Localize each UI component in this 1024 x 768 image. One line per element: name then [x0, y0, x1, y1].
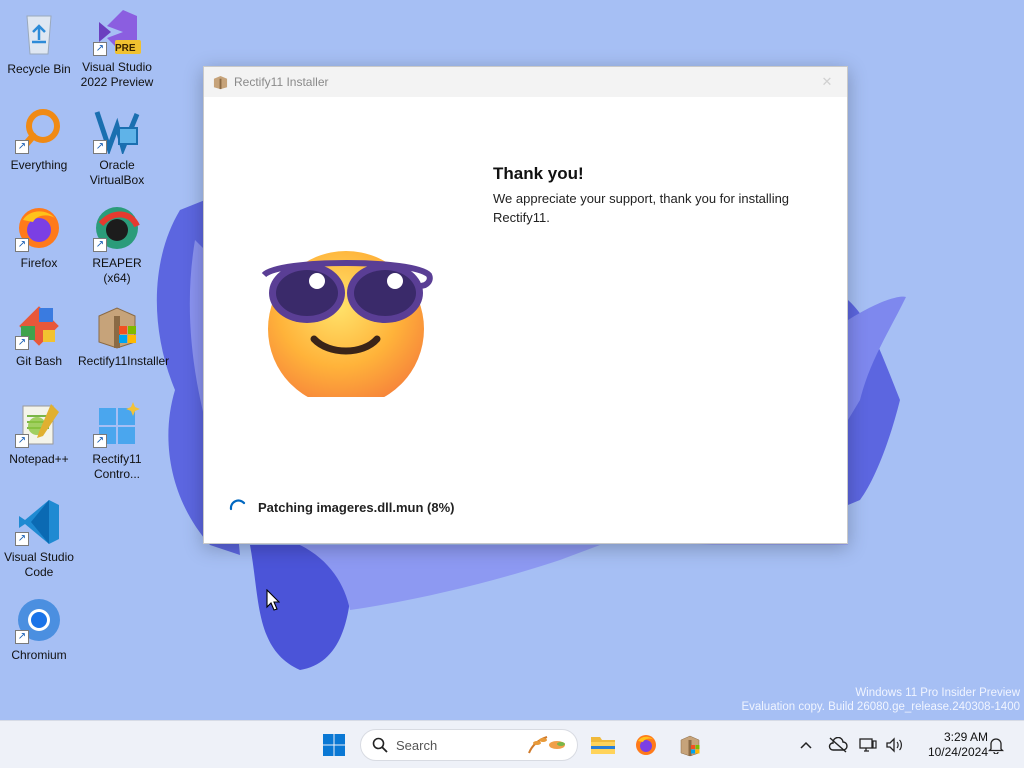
preview-badge: PRE	[115, 43, 136, 54]
sunglasses-emoji-icon	[261, 251, 433, 397]
taskbar-clock[interactable]: 3:29 AM 10/24/2024	[912, 730, 988, 760]
desktop-icon-label: Notepad++	[9, 452, 69, 466]
taskbar-file-explorer[interactable]	[587, 729, 619, 761]
monitor-icon	[859, 738, 877, 752]
display-status-button[interactable]	[858, 735, 878, 755]
desktop-icon-rectify11-control[interactable]: ↗ Rectify11 Contro...	[78, 400, 156, 482]
start-icon	[323, 734, 345, 756]
file-explorer-icon	[591, 737, 615, 754]
firefox-icon	[636, 735, 656, 755]
installer-app-icon	[213, 75, 228, 89]
visual-studio-icon: PRE ↗	[93, 8, 141, 56]
desktop-icon-label: Chromium	[11, 648, 67, 662]
shortcut-arrow-icon: ↗	[93, 238, 107, 252]
desktop-icon-notepadpp[interactable]: ↗ Notepad++	[0, 400, 78, 467]
desktop-icon-visual-studio[interactable]: PRE ↗ Visual Studio 2022 Preview	[78, 8, 156, 90]
chromium-icon: ↗	[15, 596, 63, 644]
chevron-up-icon	[800, 741, 812, 749]
build-watermark: Windows 11 Pro Insider Preview Evaluatio…	[741, 686, 1020, 714]
mouse-cursor-icon	[266, 589, 280, 611]
desktop-icon-label: Git Bash	[15, 354, 63, 368]
shortcut-arrow-icon: ↗	[93, 434, 107, 448]
thank-you-heading: Thank you!	[493, 164, 584, 183]
desktop-icon-reaper[interactable]: ↗ REAPER (x64)	[78, 204, 156, 286]
bell-icon	[988, 738, 1004, 754]
desktop-icon-label: Firefox	[20, 256, 58, 270]
volume-button[interactable]	[884, 735, 904, 755]
notifications-button[interactable]	[986, 735, 1006, 755]
desktop-icon-everything[interactable]: ↗ Everything	[0, 106, 78, 173]
firefox-icon: ↗	[15, 204, 63, 252]
shortcut-arrow-icon: ↗	[15, 532, 29, 546]
desktop-icon-git-bash[interactable]: ↗ Git Bash	[0, 302, 78, 369]
installer-window: Rectify11 Installer ✕ Thank you! We appr…	[203, 66, 848, 544]
taskbar: 3:29 AM 10/24/2024	[0, 720, 1024, 768]
rectify11-installer-icon	[93, 302, 141, 350]
taskbar-search-box[interactable]	[360, 729, 578, 761]
desktop-icon-firefox[interactable]: ↗ Firefox	[0, 204, 78, 271]
loading-spinner-icon	[229, 499, 246, 511]
desktop-icon-label: Oracle VirtualBox	[89, 158, 145, 187]
desktop-icon-rectify11-installer[interactable]: Rectify11Installer	[78, 302, 170, 369]
shortcut-arrow-icon: ↗	[15, 140, 29, 154]
speaker-icon	[886, 737, 902, 753]
close-button[interactable]: ✕	[807, 67, 847, 97]
reaper-icon: ↗	[93, 204, 141, 252]
rectify11-control-icon: ↗	[93, 400, 141, 448]
rectify11-installer-icon	[680, 735, 700, 757]
virtualbox-icon: ↗	[93, 106, 141, 154]
git-bash-icon: ↗	[15, 302, 63, 350]
shortcut-arrow-icon: ↗	[93, 42, 107, 56]
shortcut-arrow-icon: ↗	[15, 630, 29, 644]
desktop-icon-label: Visual Studio Code	[4, 550, 74, 579]
search-highlight-icon	[528, 736, 565, 754]
status-text: Patching imageres.dll.mun (8%)	[258, 499, 455, 515]
cloud-offline-icon	[828, 737, 848, 753]
shortcut-arrow-icon: ↗	[15, 434, 29, 448]
desktop-icon-label: Rectify11 Contro...	[92, 452, 142, 481]
vscode-icon: ↗	[15, 498, 63, 546]
notepadpp-icon: ↗	[15, 400, 63, 448]
desktop-icon-recycle-bin[interactable]: Recycle Bin	[0, 10, 78, 77]
search-icon	[372, 737, 388, 753]
desktop-icon-virtualbox[interactable]: ↗ Oracle VirtualBox	[78, 106, 156, 188]
taskbar-rectify11-installer[interactable]	[674, 729, 706, 761]
clock-date: 10/24/2024	[927, 745, 988, 759]
everything-search-icon: ↗	[15, 106, 63, 154]
thank-you-message: We appreciate your support, thank you fo…	[493, 191, 790, 225]
desktop-icon-label: Visual Studio 2022 Preview	[80, 60, 154, 89]
search-input[interactable]	[396, 737, 516, 753]
shortcut-arrow-icon: ↗	[93, 140, 107, 154]
clock-time: 3:29 AM	[943, 730, 988, 744]
desktop-icon-label: Recycle Bin	[7, 62, 71, 76]
watermark-build: Evaluation copy. Build 26080.ge_release.…	[741, 701, 1020, 713]
shortcut-arrow-icon: ↗	[15, 238, 29, 252]
shortcut-arrow-icon: ↗	[15, 336, 29, 350]
recycle-bin-icon	[15, 10, 63, 58]
window-titlebar[interactable]: Rectify11 Installer ✕	[204, 67, 847, 97]
taskbar-firefox[interactable]	[630, 729, 662, 761]
desktop-icon-label: REAPER (x64)	[92, 256, 142, 285]
desktop-icon-chromium[interactable]: ↗ Chromium	[0, 596, 78, 663]
desktop-icon-label: Everything	[10, 158, 68, 172]
watermark-edition: Windows 11 Pro Insider Preview	[855, 687, 1020, 699]
desktop-icon-label: Rectify11Installer	[78, 354, 170, 368]
window-title: Rectify11 Installer	[234, 75, 329, 89]
desktop-icon-vscode[interactable]: ↗ Visual Studio Code	[0, 498, 78, 580]
progress-status: Patching imageres.dll.mun (8%)	[228, 497, 455, 517]
show-hidden-icons-button[interactable]	[796, 735, 816, 755]
network-status-button[interactable]	[828, 735, 848, 755]
start-button[interactable]	[318, 729, 350, 761]
